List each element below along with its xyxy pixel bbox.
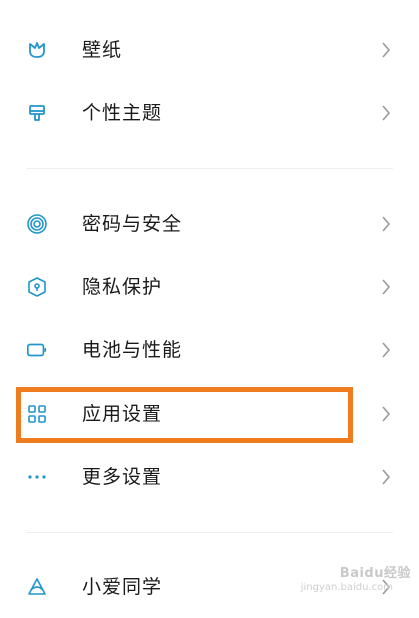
chevron-right-icon [382, 279, 391, 295]
settings-item-battery-performance[interactable]: 电池与性能 [0, 319, 419, 381]
chevron-right-icon [382, 42, 391, 58]
settings-item-privacy[interactable]: 隐私保护 [0, 256, 419, 318]
section-divider [26, 168, 393, 169]
privacy-shield-icon [26, 276, 48, 298]
chevron-right-icon [382, 216, 391, 232]
section-divider [26, 532, 393, 533]
settings-item-label: 小爱同学 [82, 575, 163, 598]
more-dots-icon [26, 466, 48, 488]
settings-item-theme[interactable]: 个性主题 [0, 82, 419, 144]
theme-brush-icon [26, 102, 48, 124]
settings-item-more-settings[interactable]: 更多设置 [0, 446, 419, 508]
settings-item-label: 密码与安全 [82, 212, 183, 235]
wallpaper-icon [26, 39, 48, 61]
watermark-url: jingyan.baidu.com [300, 582, 393, 593]
settings-item-wallpaper[interactable]: 壁纸 [0, 19, 419, 81]
settings-item-label: 个性主题 [82, 101, 163, 124]
settings-item-label: 隐私保护 [82, 275, 163, 298]
battery-icon [26, 339, 48, 361]
settings-item-label: 壁纸 [82, 38, 123, 61]
chevron-right-icon [382, 406, 391, 422]
settings-item-label: 电池与性能 [82, 338, 183, 361]
highlight-box [16, 387, 353, 443]
chevron-right-icon [382, 342, 391, 358]
settings-item-label: 更多设置 [82, 465, 163, 488]
chevron-right-icon [382, 469, 391, 485]
watermark-logo: Baidu经验 [339, 566, 411, 581]
settings-item-password-security[interactable]: 密码与安全 [0, 193, 419, 255]
fingerprint-icon [26, 213, 48, 235]
chevron-right-icon [382, 105, 391, 121]
